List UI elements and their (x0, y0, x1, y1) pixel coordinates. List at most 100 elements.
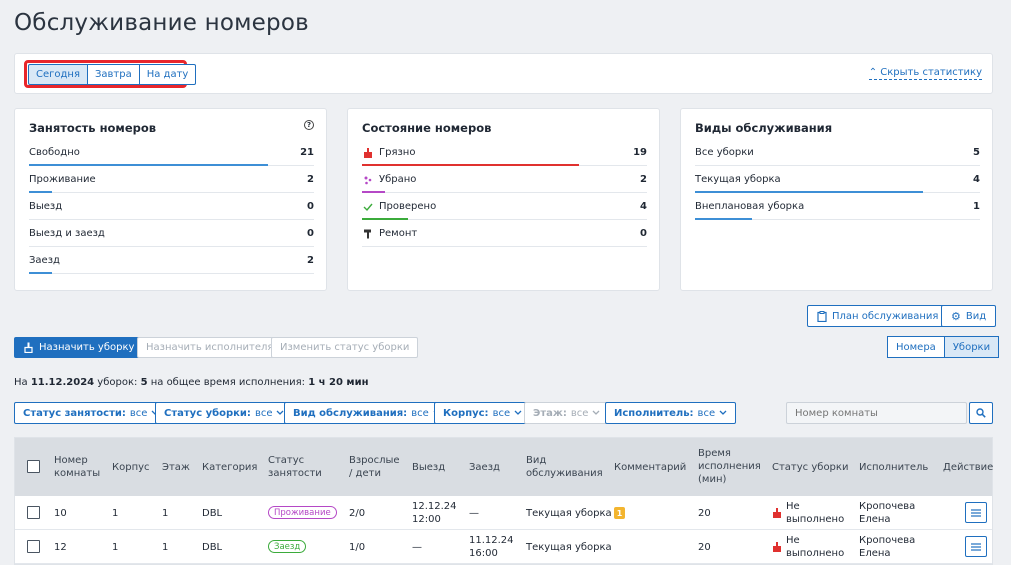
filter-dropdown[interactable]: Статус уборки: все (155, 402, 294, 424)
chevron-down-icon (719, 408, 727, 419)
chevron-down-icon (514, 408, 522, 419)
cell-service: Текущая уборка (526, 508, 612, 519)
menu-icon (971, 508, 981, 517)
select-all-checkbox[interactable] (27, 460, 40, 473)
occupancy-label: Свободно (29, 147, 80, 158)
tab-tomorrow[interactable]: Завтра (87, 64, 140, 85)
col-guests[interactable]: Взрослые / дети (349, 454, 401, 480)
date-tabs: Сегодня Завтра На дату (28, 64, 197, 85)
filter-dropdown[interactable]: Вид обслуживания: все (284, 402, 450, 424)
table-row[interactable]: 12 1 1 DBL Заезд 1/0 — 11.12.24 16:00 Текущая уб… (15, 530, 992, 564)
room-search-input[interactable] (786, 402, 967, 424)
row-checkbox[interactable] (27, 540, 40, 553)
assign-cleaning-button[interactable]: Назначить уборку (14, 337, 144, 358)
service-types-card: Виды обслуживания Все уборки 5 Текущая убо… (680, 108, 993, 291)
col-category[interactable]: Категория (202, 461, 257, 474)
hide-stats-link[interactable]: ⌃ Скрыть статистику (868, 67, 982, 80)
service-type-label: Текущая уборка (695, 174, 781, 185)
assign-executor-button[interactable]: Назначить исполнителя (137, 337, 283, 358)
col-duration[interactable]: Время исполнения (мин) (698, 447, 761, 486)
cell-category: DBL (202, 508, 223, 519)
col-occupancy[interactable]: Статус занятости (268, 454, 328, 480)
row-menu-button[interactable] (965, 536, 987, 557)
room-state-bar (362, 164, 579, 166)
cell-floor: 1 (162, 508, 169, 519)
chevron-up-icon: ⌃ (868, 67, 881, 78)
date-toolbar: Сегодня Завтра На дату ⌃ Скрыть статисти… (14, 53, 993, 94)
change-status-button[interactable]: Изменить статус уборки (271, 337, 419, 358)
room-state-value: 0 (640, 228, 647, 239)
occupancy-label: Выезд (29, 201, 63, 212)
room-state-row: Грязно 19 (362, 140, 647, 166)
occupancy-badge: Проживание (268, 506, 337, 519)
toggle-rooms[interactable]: Номера (887, 336, 945, 358)
view-settings-button[interactable]: ⚙ Вид (941, 305, 997, 327)
service-type-row: Все уборки 5 (695, 140, 980, 166)
table-row[interactable]: 10 1 1 DBL Проживание 2/0 12.12.24 12:00 — Текущ… (15, 496, 992, 530)
search-button[interactable] (969, 402, 993, 424)
occupancy-row: Проживание 2 (29, 167, 314, 193)
row-menu-button[interactable] (965, 502, 987, 523)
col-comment[interactable]: Комментарий (614, 461, 686, 474)
broom-icon (24, 342, 33, 353)
room-state-row: Убрано 2 (362, 167, 647, 193)
occupancy-bar (29, 164, 269, 166)
filter-dropdown[interactable]: Корпус: все (434, 402, 532, 424)
col-arrival[interactable]: Заезд (469, 461, 500, 474)
service-type-row: Текущая уборка 4 (695, 167, 980, 193)
col-cleaning-status[interactable]: Статус уборки (772, 461, 848, 474)
cell-guests: 1/0 (349, 542, 366, 553)
help-icon[interactable]: ? (304, 120, 314, 130)
menu-icon (971, 542, 981, 551)
tab-on-date[interactable]: На дату (139, 64, 197, 85)
service-type-row: Внеплановая уборка 1 (695, 194, 980, 220)
toggle-cleanings[interactable]: Уборки (944, 336, 1000, 358)
room-state-label: Проверено (362, 201, 436, 212)
col-departure[interactable]: Выезд (412, 461, 445, 474)
filter-dropdown[interactable]: Этаж: все (524, 402, 610, 424)
cell-departure: — (412, 542, 422, 553)
service-type-value: 1 (973, 201, 980, 212)
col-executor[interactable]: Исполнитель (859, 461, 928, 474)
occupancy-bar (29, 191, 52, 193)
cell-duration: 20 (698, 542, 711, 553)
occupancy-value: 0 (307, 228, 314, 239)
occupancy-label: Выезд и заезд (29, 228, 105, 239)
tab-today[interactable]: Сегодня (28, 64, 88, 85)
clipboard-icon (817, 310, 827, 322)
occupancy-value: 2 (307, 174, 314, 185)
filter-dropdown[interactable]: Статус занятости: все (14, 402, 169, 424)
room-state-row: Проверено 4 (362, 194, 647, 220)
cell-floor: 1 (162, 542, 169, 553)
room-state-label: Грязно (362, 147, 415, 158)
service-type-label: Все уборки (695, 147, 754, 158)
col-building[interactable]: Корпус (112, 461, 150, 474)
summary-time: 1 ч 20 мин (308, 377, 369, 388)
dirty-icon (772, 508, 782, 521)
room-state-label: Ремонт (362, 228, 417, 239)
hide-stats-label: Скрыть статистику (880, 67, 982, 78)
service-plan-button[interactable]: План обслуживания (807, 305, 949, 327)
room-state-title: Состояние номеров (362, 121, 492, 135)
view-toggle: Номера Уборки (887, 336, 1000, 358)
filter-dropdown[interactable]: Исполнитель: все (605, 402, 737, 424)
service-type-label: Внеплановая уборка (695, 201, 805, 212)
col-room[interactable]: Номер комнаты (54, 454, 104, 480)
cell-category: DBL (202, 542, 223, 553)
comment-badge[interactable]: 1 (614, 507, 625, 519)
cell-executor: Кропочева Елена (859, 535, 916, 559)
room-state-bar (362, 218, 408, 220)
service-type-bar (695, 191, 923, 193)
col-floor[interactable]: Этаж (162, 461, 190, 474)
row-checkbox[interactable] (27, 506, 40, 519)
cell-executor: Кропочева Елена (859, 501, 916, 525)
summary-date: 11.12.2024 (30, 377, 95, 388)
dirty-icon (362, 147, 373, 158)
col-service[interactable]: Вид обслуживания (526, 454, 606, 480)
occupancy-value: 0 (307, 201, 314, 212)
occupancy-title: Занятость номеров (29, 121, 157, 135)
cell-room: 12 (54, 542, 67, 553)
occupancy-label: Проживание (29, 174, 96, 185)
room-state-value: 4 (640, 201, 647, 212)
chevron-down-icon (592, 408, 600, 419)
